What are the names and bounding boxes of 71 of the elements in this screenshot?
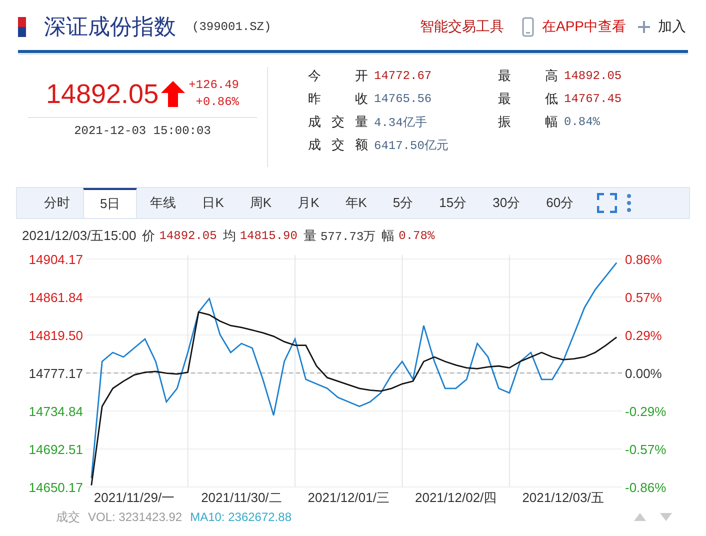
more-icon[interactable]	[626, 194, 631, 212]
stat-label: 最 高	[498, 67, 558, 85]
stat-value: 14765.56	[374, 92, 432, 106]
percent-label: 0.86%	[625, 252, 662, 267]
x-axis-label: 2021/12/01/三	[308, 490, 390, 505]
index-code: (399001.SZ)	[192, 20, 272, 34]
stat-value: 14772.67	[374, 69, 432, 83]
stat-value: 4.34亿手	[374, 114, 427, 130]
chart-tab[interactable]: 60分	[533, 188, 587, 218]
percent-change: +0.86%	[196, 94, 240, 111]
stat-label: 振 幅	[498, 113, 558, 131]
percent-label: -0.86%	[625, 480, 666, 495]
info-label: 价	[142, 227, 156, 245]
chart-tab[interactable]: 15分	[426, 188, 480, 218]
up-arrow-icon	[160, 81, 185, 107]
chart-tab[interactable]: 分时	[31, 188, 83, 218]
stat-label: 最 低	[498, 90, 558, 108]
stat-label: 昨 收	[308, 90, 368, 108]
stat-label: 今 开	[308, 67, 368, 85]
price-change: +126.49	[188, 77, 240, 94]
x-axis-label: 2021/11/30/二	[201, 490, 282, 505]
stat-label: 成交额	[308, 136, 368, 154]
index-price: 14892.05	[46, 78, 159, 110]
stat-value: 14767.45	[564, 92, 622, 106]
volume-value: MA10: 2362672.88	[190, 510, 292, 524]
chart-tab[interactable]: 月K	[284, 188, 332, 218]
x-axis-label: 2021/11/29/一	[94, 490, 175, 505]
stat-value: 14892.05	[564, 69, 622, 83]
info-value: 14892.05	[159, 229, 217, 243]
info-label: 量	[303, 227, 316, 245]
fullscreen-icon[interactable]	[596, 193, 617, 213]
volume-value: VOL: 3231423.92	[88, 510, 182, 524]
percent-label: -0.57%	[625, 442, 666, 457]
y-axis-label: 14777.17	[28, 366, 83, 381]
chart-tab[interactable]: 5日	[83, 188, 138, 218]
y-axis-label: 14692.51	[28, 442, 83, 457]
plus-icon	[638, 21, 650, 33]
x-axis-label: 2021/12/03/五	[522, 490, 604, 505]
info-value: 577.73万	[320, 228, 376, 244]
add-link[interactable]: 加入	[658, 18, 686, 36]
chart-tab[interactable]: 周K	[236, 188, 285, 218]
quote-datetime: 2021-12-03 15:00:03	[73, 124, 212, 138]
y-axis-label: 14904.17	[28, 252, 83, 267]
info-label: 幅	[382, 227, 395, 245]
info-value: 0.78%	[398, 229, 435, 243]
stat-label: 成交量	[308, 113, 368, 131]
info-value: 14815.90	[240, 229, 298, 243]
percent-label: 0.57%	[625, 290, 662, 305]
chart-tab[interactable]: 30分	[480, 188, 534, 218]
chart-tab[interactable]: 日K	[189, 188, 237, 218]
info-label: 均	[222, 227, 236, 245]
y-axis-label: 14819.50	[28, 328, 83, 343]
percent-label: 0.00%	[625, 366, 662, 381]
app-link[interactable]: 在APP中查看	[542, 18, 626, 36]
chart-tab[interactable]: 年K	[332, 188, 380, 218]
chart-tab[interactable]: 5分	[380, 188, 426, 218]
stat-value: 0.84%	[564, 115, 600, 129]
chart-tab[interactable]: 年线	[137, 188, 190, 218]
y-axis-label: 14861.84	[28, 290, 83, 305]
percent-label: -0.29%	[625, 404, 666, 419]
stat-value: 6417.50亿元	[374, 138, 448, 154]
tool-link[interactable]: 智能交易工具	[420, 18, 504, 36]
flag-icon	[18, 17, 26, 37]
y-axis-label: 14734.84	[28, 404, 83, 419]
index-title: 深证成份指数	[44, 13, 176, 41]
percent-label: 0.29%	[625, 328, 662, 343]
info-time: 2021/12/03/五15:00	[22, 227, 136, 245]
phone-icon	[522, 17, 534, 37]
x-axis-label: 2021/12/02/四	[415, 490, 497, 505]
volume-label: 成交	[56, 508, 80, 526]
y-axis-label: 14650.17	[28, 480, 83, 495]
